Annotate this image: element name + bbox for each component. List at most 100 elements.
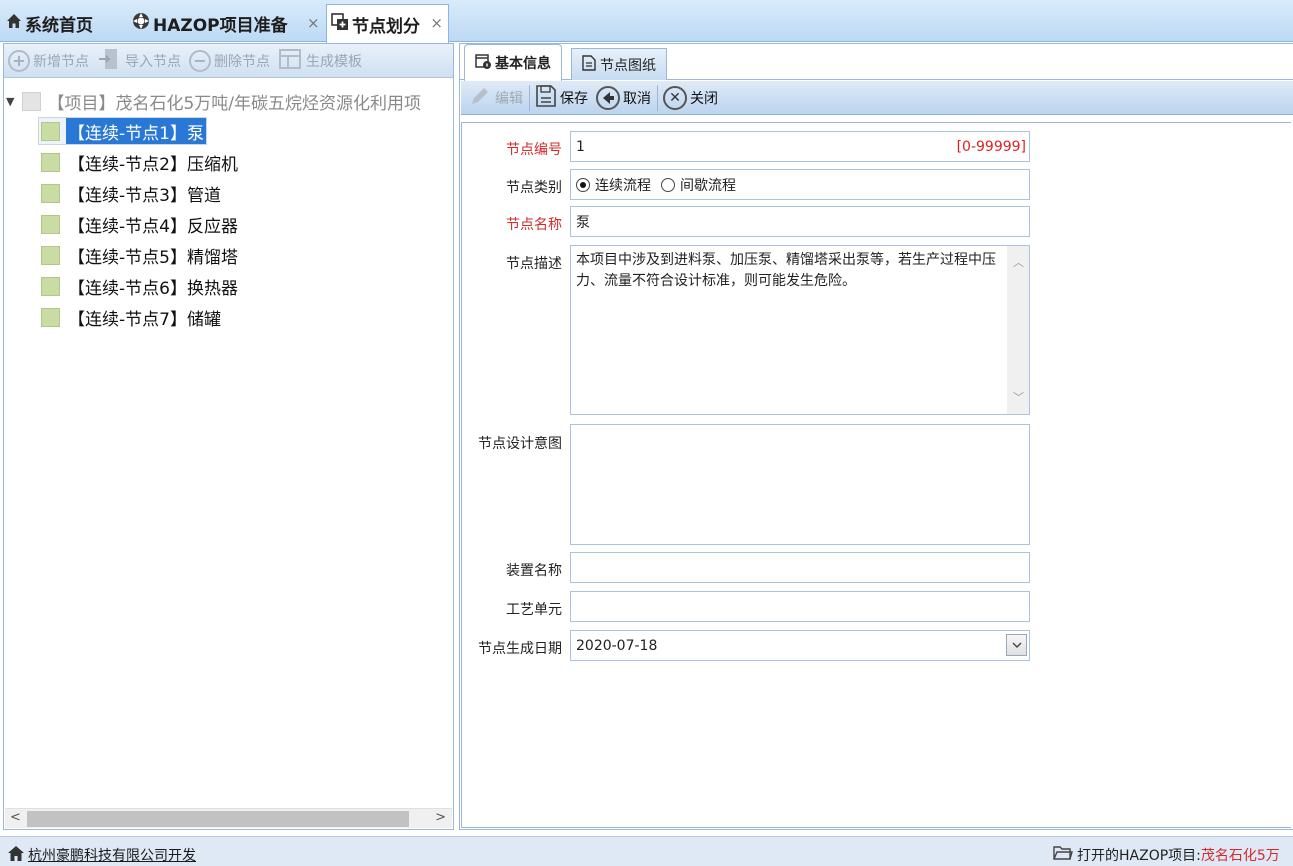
developer-link[interactable]: 杭州豪鹏科技有限公司开发 <box>28 845 196 865</box>
document-icon <box>582 54 596 75</box>
radio-continuous-label: 连续流程 <box>595 177 651 194</box>
node-type-group: 连续流程 间歇流程 <box>570 169 1030 200</box>
tree-node[interactable]: 【连续-节点3】管道 <box>41 180 223 206</box>
chevron-down-icon[interactable] <box>1006 634 1027 656</box>
tree-node-label: 【连续-节点5】精馏塔 <box>68 247 238 268</box>
open-project-label: 打开的HAZOP项目: <box>1077 848 1201 864</box>
node-no-field[interactable]: 1 [0-99999] <box>570 131 1030 162</box>
toolbar-separator <box>529 84 530 111</box>
minus-circle-icon: − <box>189 49 211 72</box>
delete-node-button[interactable]: − 删除节点 <box>189 49 270 72</box>
tree-node[interactable]: 【连续-节点7】储罐 <box>41 304 223 330</box>
delete-node-label: 删除节点 <box>214 53 270 70</box>
detail-tabs: 基本信息 节点图纸 <box>460 44 1293 81</box>
tab-basic-info[interactable]: 基本信息 <box>464 44 562 81</box>
tree-node-label: 【连续-节点7】储罐 <box>68 309 221 330</box>
tab-home[interactable]: 系统首页 <box>6 4 93 42</box>
edit-button[interactable]: 编辑 <box>469 85 523 111</box>
calendar-info-icon <box>475 53 491 73</box>
tree-node[interactable]: 【连续-节点6】换热器 <box>41 273 240 299</box>
tree-node-checkbox[interactable] <box>41 245 60 265</box>
node-desc-textarea[interactable]: 本项目中涉及到进料泵、加压泵、精馏塔采出泵等，若生产过程中压力、流量不符合设计标… <box>570 245 1030 415</box>
node-form: 节点编号 1 [0-99999] 节点类别 连续流程 间歇流程 节点名称 泵 节… <box>461 122 1291 828</box>
node-add-icon <box>331 12 349 36</box>
tree-node[interactable]: 【连续-节点4】反应器 <box>41 211 240 237</box>
radio-batch-label: 间歇流程 <box>680 177 736 194</box>
node-desc-value: 本项目中涉及到进料泵、加压泵、精馏塔采出泵等，若生产过程中压力、流量不符合设计标… <box>576 252 996 289</box>
plus-circle-icon: + <box>8 49 30 72</box>
gen-date-picker[interactable]: 2020-07-18 <box>570 630 1030 661</box>
unit-name-field[interactable] <box>570 552 1030 583</box>
add-node-button[interactable]: + 新增节点 <box>8 49 89 72</box>
top-tab-bar: 系统首页 HAZOP项目准备 × 节点划分 × <box>0 0 1293 43</box>
tab-hazop-prep-close[interactable]: × <box>307 8 320 38</box>
tree-root-checkbox[interactable] <box>22 92 42 111</box>
tab-hazop-prep-label: HAZOP项目准备 <box>153 15 288 36</box>
process-unit-field[interactable] <box>570 591 1030 622</box>
save-button[interactable]: 保存 <box>535 84 588 112</box>
import-node-button[interactable]: 导入节点 <box>97 47 181 75</box>
tab-home-label: 系统首页 <box>25 15 93 36</box>
toolbar-separator <box>657 84 658 111</box>
scroll-left-icon[interactable]: < <box>10 810 21 825</box>
node-type-label: 节点类别 <box>506 180 562 196</box>
tree-node[interactable]: 【连续-节点1】泵 <box>38 117 207 145</box>
open-project-value: 茂名石化5万 <box>1200 848 1280 864</box>
tree-node-label: 【连续-节点2】压缩机 <box>68 154 238 175</box>
tree-node-checkbox[interactable] <box>41 214 60 234</box>
collapse-arrow-icon[interactable]: ▼ <box>6 95 14 108</box>
home-icon <box>6 13 22 34</box>
tab-hazop-prep[interactable]: HAZOP项目准备 <box>132 4 288 42</box>
tree-node-label: 【连续-节点3】管道 <box>68 185 221 206</box>
generate-template-label: 生成模板 <box>306 53 362 70</box>
close-button[interactable]: ✕ 关闭 <box>663 85 718 110</box>
scrollbar-thumb[interactable] <box>27 811 409 827</box>
detail-toolbar: 编辑 保存 取消 ✕ 关闭 <box>461 81 1293 115</box>
back-arrow-icon <box>596 85 620 110</box>
tree-node[interactable]: 【连续-节点2】压缩机 <box>41 149 240 175</box>
add-node-label: 新增节点 <box>33 53 89 70</box>
node-name-value: 泵 <box>576 214 590 231</box>
unit-name-label: 装置名称 <box>506 563 562 579</box>
tree-node-checkbox[interactable] <box>41 121 60 141</box>
radio-continuous-dot[interactable] <box>576 177 590 192</box>
gear-icon <box>132 12 150 35</box>
node-desc-label: 节点描述 <box>506 256 562 272</box>
tree-node-checkbox[interactable] <box>41 276 60 296</box>
node-tree-panel: + 新增节点 导入节点 − 删除节点 生成模板 ▼ 【项目】茂名石化5万吨/年碳… <box>3 43 454 830</box>
node-detail-panel: 基本信息 节点图纸 编辑 保存 取消 ✕ 关闭 节点编号 1 [0-99999]… <box>459 43 1293 830</box>
template-icon <box>278 47 302 75</box>
save-disk-icon <box>535 84 557 112</box>
folder-icon <box>1053 845 1073 865</box>
status-bar: 杭州豪鹏科技有限公司开发 打开的HAZOP项目: 茂名石化5万 <box>0 836 1293 866</box>
node-name-field[interactable]: 泵 <box>570 206 1030 237</box>
home-icon <box>8 845 24 865</box>
radio-continuous[interactable]: 连续流程 <box>576 175 651 195</box>
desc-vertical-scrollbar[interactable]: ︿ ﹀ <box>1007 246 1029 414</box>
design-intent-textarea[interactable] <box>570 424 1030 545</box>
scroll-up-icon[interactable]: ︿ <box>1013 252 1024 273</box>
tab-node-division[interactable]: 节点划分 × <box>326 4 449 43</box>
horizontal-scrollbar[interactable]: < > <box>5 808 452 828</box>
tree-node-checkbox[interactable] <box>41 183 60 203</box>
open-project-info: 打开的HAZOP项目: 茂名石化5万 <box>1053 845 1280 865</box>
scroll-down-icon[interactable]: ﹀ <box>1013 387 1024 408</box>
design-intent-label: 节点设计意图 <box>478 436 562 452</box>
tree-node-checkbox[interactable] <box>41 307 60 327</box>
generate-template-button[interactable]: 生成模板 <box>278 47 362 75</box>
scroll-right-icon[interactable]: > <box>435 810 446 825</box>
tree-node-checkbox[interactable] <box>41 152 60 172</box>
cancel-button[interactable]: 取消 <box>596 85 651 110</box>
node-no-label: 节点编号 <box>506 142 562 158</box>
edit-label: 编辑 <box>495 90 523 107</box>
gen-date-value: 2020-07-18 <box>576 637 658 654</box>
tree-root[interactable]: ▼ 【项目】茂名石化5万吨/年碳五烷烃资源化利用项 <box>6 89 421 114</box>
tab-node-division-close[interactable]: × <box>430 14 443 32</box>
radio-batch[interactable]: 间歇流程 <box>661 175 736 195</box>
node-no-value: 1 <box>576 138 585 155</box>
tree-node-label: 【连续-节点6】换热器 <box>68 278 238 299</box>
tab-node-drawing[interactable]: 节点图纸 <box>571 48 667 80</box>
import-node-label: 导入节点 <box>125 53 181 70</box>
tree-node[interactable]: 【连续-节点5】精馏塔 <box>41 242 240 268</box>
radio-batch-dot[interactable] <box>661 177 675 192</box>
